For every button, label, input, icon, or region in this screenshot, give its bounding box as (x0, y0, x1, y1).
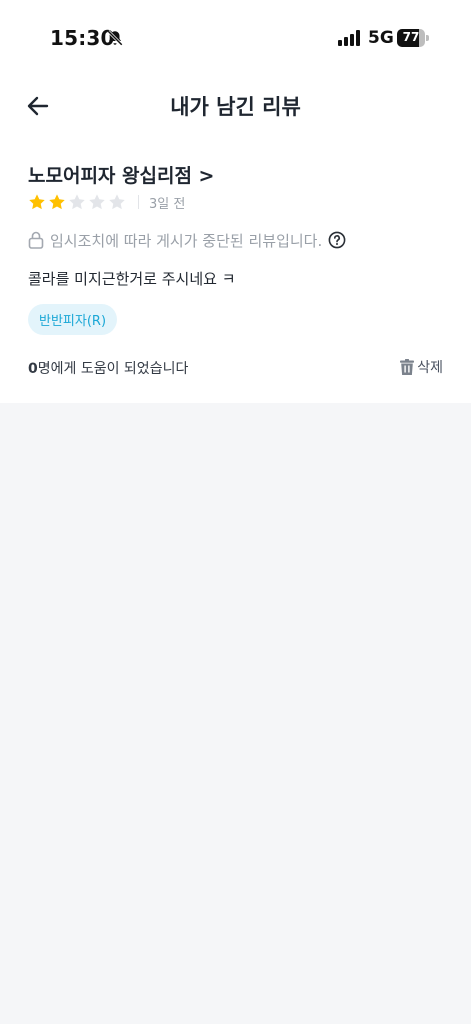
divider (138, 195, 139, 209)
status-time: 15:30 (50, 26, 115, 50)
review-date: 3일 전 (149, 196, 186, 212)
star-filled-icon (49, 194, 65, 210)
helpful-count: 0명에게 도움이 되었습니다 (28, 358, 188, 378)
review-text: 콜라를 미지근한거로 주시네요 ㅋ (28, 270, 236, 288)
lock-icon (28, 231, 44, 249)
help-icon[interactable] (328, 231, 346, 249)
screen: 15:30 5G 77 내가 남긴 리뷰 노모어피자 왕십리점 > 3일 전 임… (0, 0, 471, 1024)
rating-row: 3일 전 (28, 192, 185, 212)
store-name-link[interactable]: 노모어피자 왕십리점 > (28, 161, 214, 188)
star-empty-icon (69, 194, 85, 210)
helpful-number: 0 (28, 361, 38, 377)
bell-off-icon (107, 30, 123, 46)
helpful-text: 명에게 도움이 되었습니다 (37, 361, 189, 377)
star-rating (28, 193, 128, 211)
page-title: 내가 남긴 리뷰 (170, 95, 301, 119)
battery-icon: 77 (397, 29, 429, 47)
suspension-notice: 임시조치에 따라 게시가 중단된 리뷰입니다. (28, 230, 346, 250)
trash-icon (400, 359, 415, 375)
star-filled-icon (29, 194, 45, 210)
signal-icon (338, 30, 360, 46)
notice-text: 임시조치에 따라 게시가 중단된 리뷰입니다. (50, 231, 323, 250)
star-empty-icon (89, 194, 105, 210)
network-type: 5G (368, 28, 394, 48)
delete-label: 삭제 (417, 360, 443, 376)
menu-tag: 반반피자(R) (28, 304, 118, 335)
delete-button[interactable]: 삭제 (400, 357, 443, 377)
battery-level: 77 (402, 30, 420, 44)
star-empty-icon (109, 194, 125, 210)
